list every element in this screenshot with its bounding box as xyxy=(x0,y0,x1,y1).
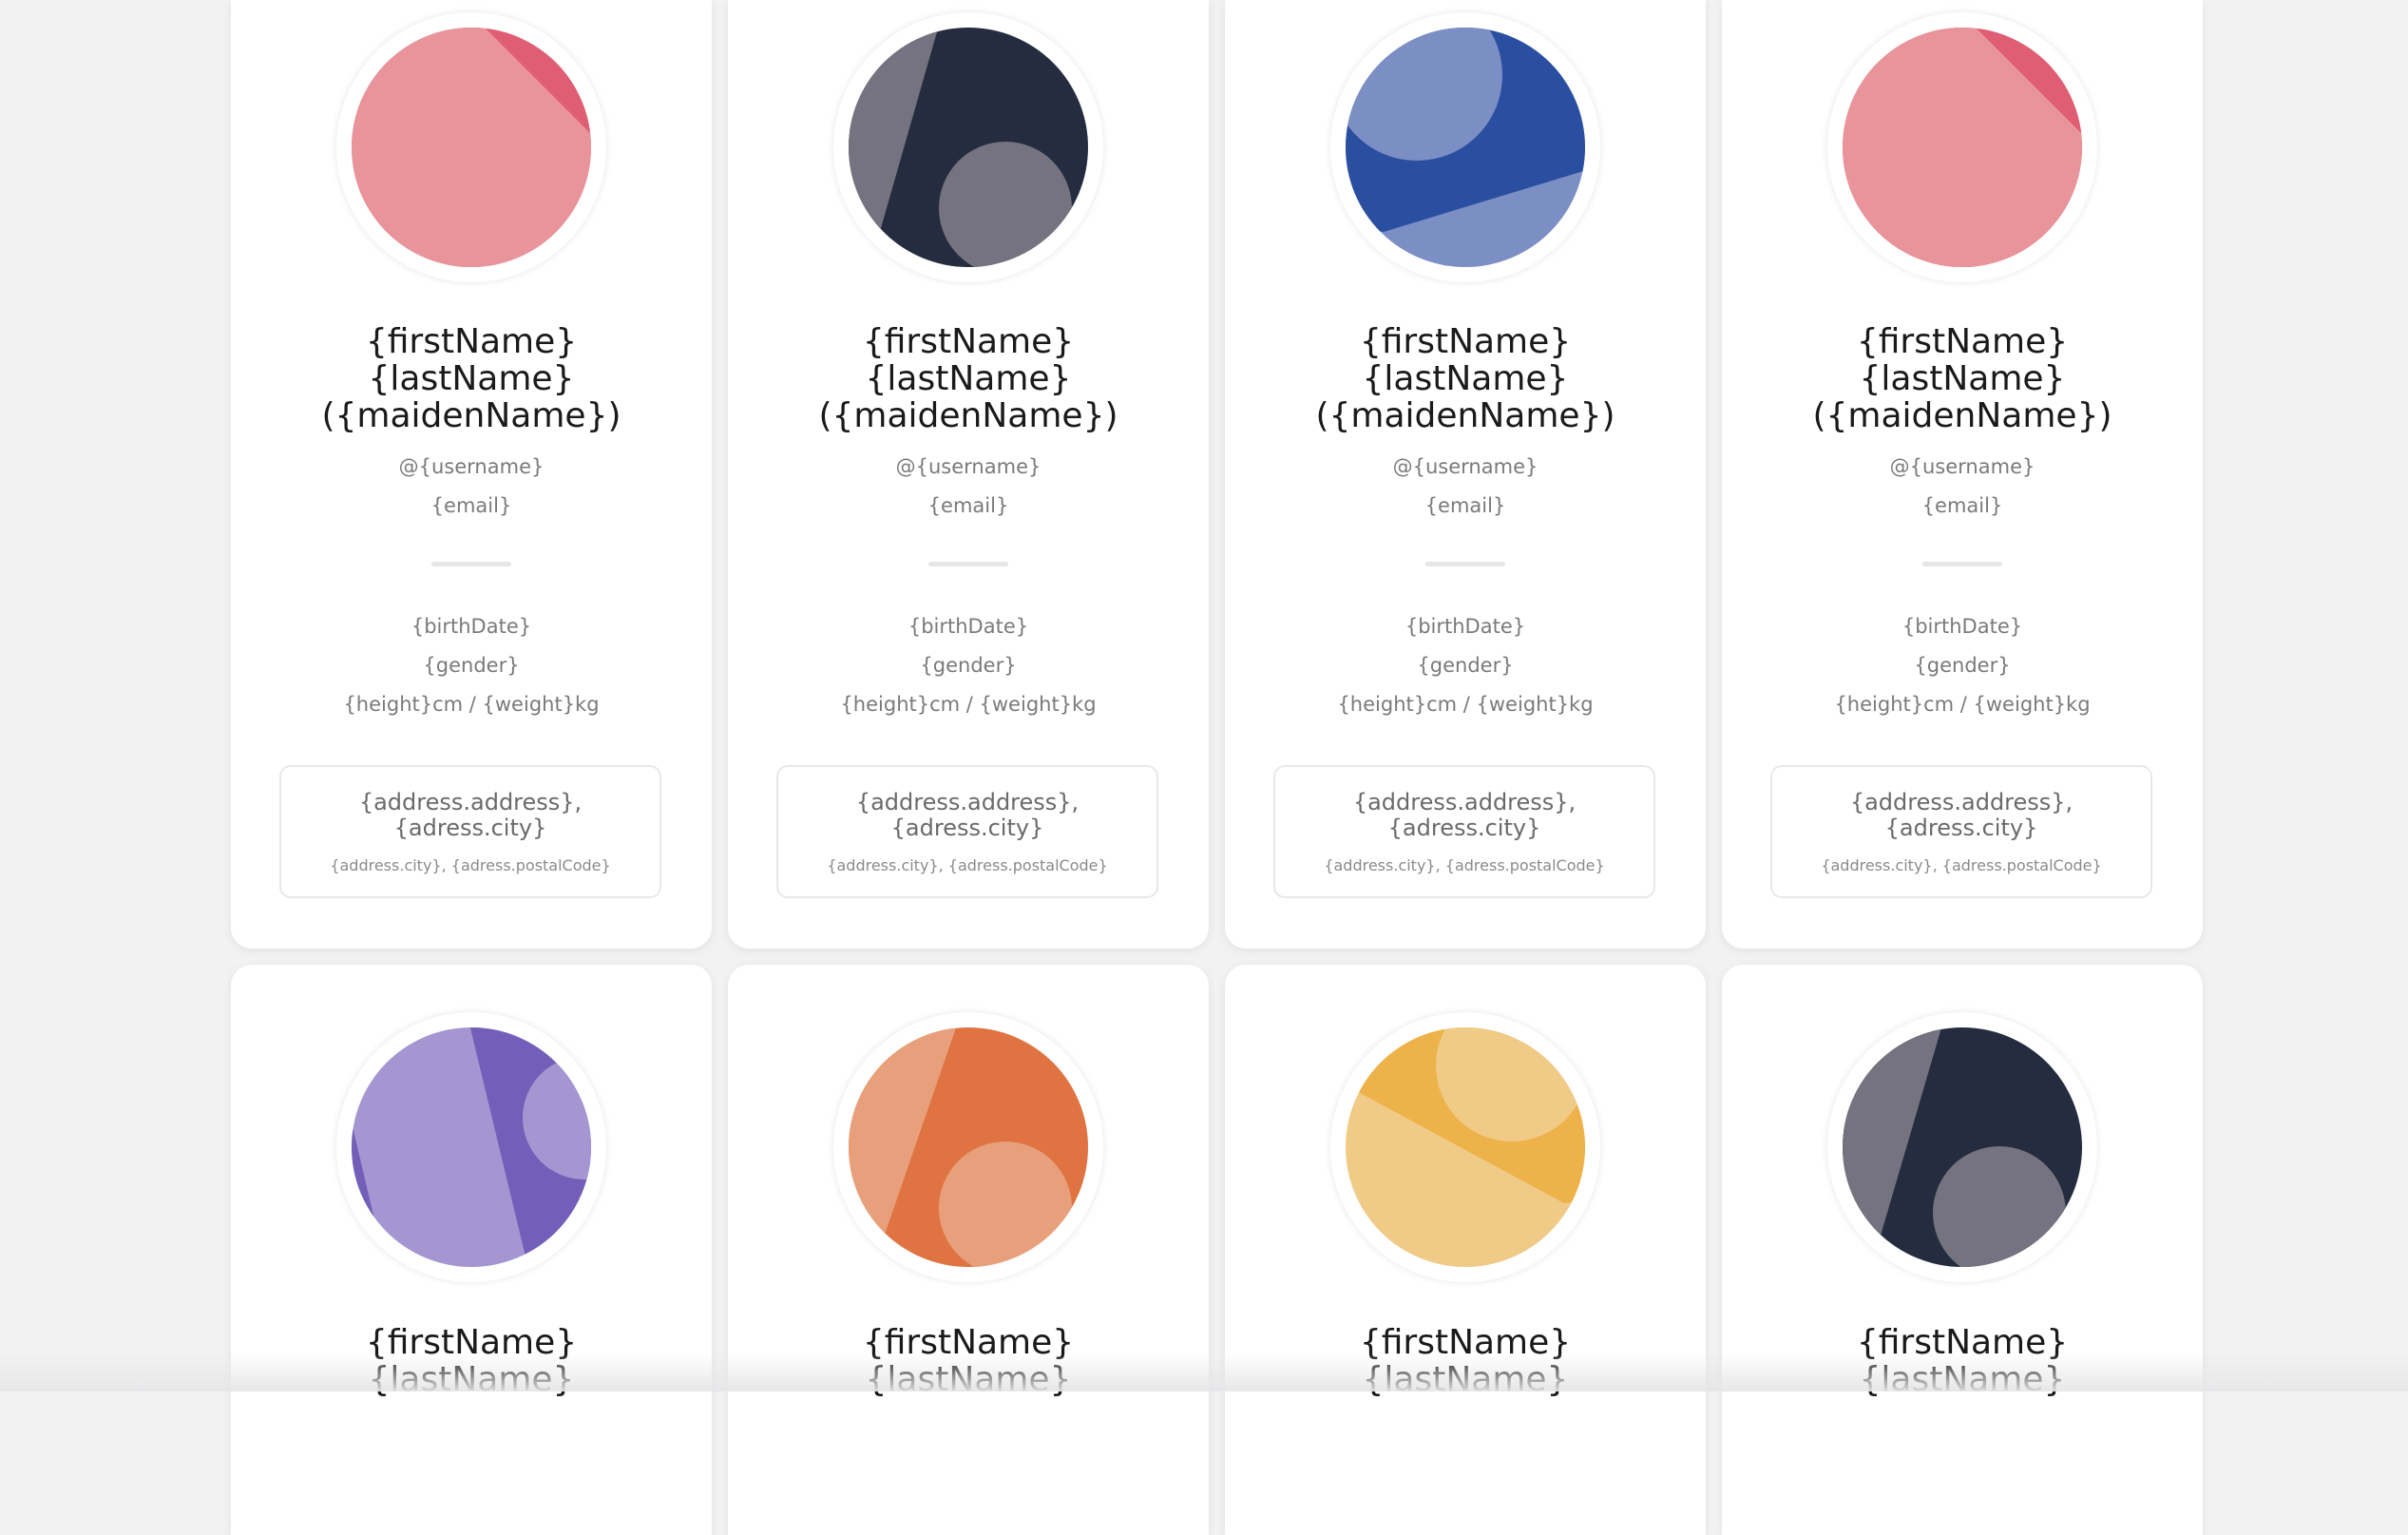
address-main: {address.address}, {adress.city} xyxy=(778,790,1156,841)
maiden-name: ({maidenName}) xyxy=(321,396,621,435)
address-sub: {address.city}, {adress.postalCode} xyxy=(1821,856,2102,874)
last-name: {lastName} xyxy=(1859,359,2066,398)
height-weight: {height}cm / {weight}kg xyxy=(343,693,600,716)
avatar-pattern-icon xyxy=(1346,1027,1585,1267)
first-name: {firstName} xyxy=(1359,322,1572,361)
user-card[interactable]: {firstName} {lastName} xyxy=(1225,965,1706,1535)
user-full-name: {firstName} {lastName} ({maidenName}) xyxy=(1722,323,2203,434)
address-box: {address.address}, {adress.city} {addres… xyxy=(1273,765,1655,898)
avatar[interactable] xyxy=(1346,1027,1585,1267)
address-main: {address.address}, {adress.city} xyxy=(281,790,659,841)
avatar-frame xyxy=(336,12,606,282)
username: @{username} xyxy=(895,455,1042,478)
avatar[interactable] xyxy=(1843,28,2082,267)
user-card-grid: {firstName} {lastName} ({maidenName}) @{… xyxy=(231,0,2203,1535)
maiden-name: ({maidenName}) xyxy=(1315,396,1615,435)
avatar-pattern-icon xyxy=(1346,28,1585,267)
divider xyxy=(928,562,1008,566)
address-main: {address.address}, {adress.city} xyxy=(1275,790,1653,841)
gender: {gender} xyxy=(423,654,520,677)
user-card[interactable]: {firstName} {lastName} xyxy=(1722,965,2203,1535)
avatar[interactable] xyxy=(849,28,1088,267)
divider xyxy=(431,562,511,566)
address-sub: {address.city}, {adress.postalCode} xyxy=(827,856,1108,874)
bottom-fade xyxy=(0,1353,2408,1391)
email: {email} xyxy=(1921,494,2003,517)
username: @{username} xyxy=(1889,455,2035,478)
gender: {gender} xyxy=(1914,654,2011,677)
birth-date: {birthDate} xyxy=(908,615,1029,638)
username: @{username} xyxy=(398,455,545,478)
first-name: {firstName} xyxy=(862,322,1075,361)
avatar-pattern-icon xyxy=(1843,28,2082,267)
avatar-frame xyxy=(1827,12,2097,282)
address-line1: {address.address}, xyxy=(358,789,583,815)
user-card[interactable]: {firstName} {lastName} xyxy=(231,965,712,1535)
avatar-pattern-icon xyxy=(352,28,591,267)
address-line1: {address.address}, xyxy=(1352,789,1577,815)
divider xyxy=(1922,562,2002,566)
address-line2: {adress.city} xyxy=(393,815,547,841)
address-main: {address.address}, {adress.city} xyxy=(1772,790,2150,841)
birth-date: {birthDate} xyxy=(1902,615,2023,638)
divider xyxy=(1425,562,1505,566)
avatar-frame xyxy=(336,1012,606,1282)
birth-date: {birthDate} xyxy=(1405,615,1526,638)
height-weight: {height}cm / {weight}kg xyxy=(1337,693,1594,716)
avatar-pattern-icon xyxy=(849,1027,1088,1267)
avatar-frame xyxy=(1827,1012,2097,1282)
username: @{username} xyxy=(1392,455,1538,478)
user-card[interactable]: {firstName} {lastName} ({maidenName}) @{… xyxy=(1722,0,2203,949)
user-card[interactable]: {firstName} {lastName} ({maidenName}) @{… xyxy=(728,0,1209,949)
avatar-pattern-icon xyxy=(849,28,1088,267)
first-name: {firstName} xyxy=(365,322,578,361)
first-name: {firstName} xyxy=(1856,322,2069,361)
height-weight: {height}cm / {weight}kg xyxy=(1834,693,2091,716)
gender: {gender} xyxy=(920,654,1017,677)
height-weight: {height}cm / {weight}kg xyxy=(840,693,1097,716)
last-name: {lastName} xyxy=(1362,359,1569,398)
address-box: {address.address}, {adress.city} {addres… xyxy=(776,765,1158,898)
birth-date: {birthDate} xyxy=(411,615,532,638)
user-full-name: {firstName} {lastName} ({maidenName}) xyxy=(728,323,1209,434)
user-full-name: {firstName} {lastName} ({maidenName}) xyxy=(1225,323,1706,434)
avatar-frame xyxy=(1330,1012,1600,1282)
avatar-frame xyxy=(833,12,1103,282)
last-name: {lastName} xyxy=(368,359,575,398)
address-sub: {address.city}, {adress.postalCode} xyxy=(1324,856,1605,874)
avatar-frame xyxy=(1330,12,1600,282)
address-box: {address.address}, {adress.city} {addres… xyxy=(1770,765,2152,898)
address-line2: {adress.city} xyxy=(890,815,1044,841)
avatar[interactable] xyxy=(849,1027,1088,1267)
address-line2: {adress.city} xyxy=(1387,815,1541,841)
maiden-name: ({maidenName}) xyxy=(1812,396,2112,435)
avatar[interactable] xyxy=(1346,28,1585,267)
avatar-pattern-icon xyxy=(352,1027,591,1267)
email: {email} xyxy=(1424,494,1506,517)
user-card[interactable]: {firstName} {lastName} ({maidenName}) @{… xyxy=(231,0,712,949)
email: {email} xyxy=(927,494,1009,517)
address-line1: {address.address}, xyxy=(855,789,1080,815)
user-full-name: {firstName} {lastName} ({maidenName}) xyxy=(231,323,712,434)
address-box: {address.address}, {adress.city} {addres… xyxy=(279,765,661,898)
user-card[interactable]: {firstName} {lastName} xyxy=(728,965,1209,1535)
avatar[interactable] xyxy=(352,1027,591,1267)
avatar-pattern-icon xyxy=(1843,1027,2082,1267)
avatar[interactable] xyxy=(352,28,591,267)
last-name: {lastName} xyxy=(865,359,1072,398)
avatar[interactable] xyxy=(1843,1027,2082,1267)
address-line1: {address.address}, xyxy=(1849,789,2074,815)
user-card[interactable]: {firstName} {lastName} ({maidenName}) @{… xyxy=(1225,0,1706,949)
avatar-frame xyxy=(833,1012,1103,1282)
maiden-name: ({maidenName}) xyxy=(818,396,1118,435)
email: {email} xyxy=(430,494,512,517)
address-line2: {adress.city} xyxy=(1884,815,2038,841)
gender: {gender} xyxy=(1417,654,1514,677)
address-sub: {address.city}, {adress.postalCode} xyxy=(330,856,611,874)
